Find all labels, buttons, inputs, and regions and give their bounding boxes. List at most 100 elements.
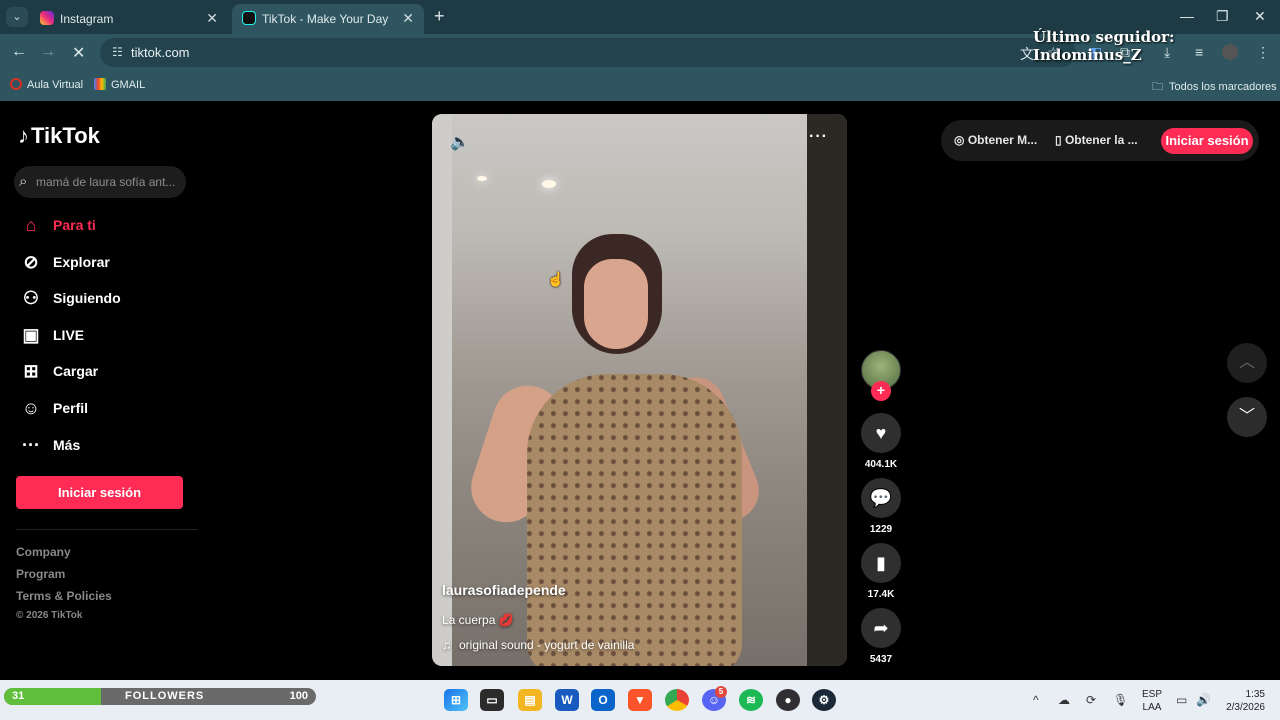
music-note-icon: ♫ [442, 638, 451, 652]
video-scene-light [477, 176, 487, 181]
translate-icon[interactable]: 文 [1020, 44, 1034, 64]
video-more-options-icon[interactable]: ··· [809, 128, 828, 146]
copyright: © 2026 TikTok [16, 610, 83, 621]
mouse-pointer-icon: ☝ [547, 271, 565, 287]
like-count: 404.1K [864, 459, 898, 470]
live-tv-icon: ▣ [22, 325, 40, 345]
tray-sync-icon[interactable]: ⟳ [1086, 693, 1096, 707]
nav-mas[interactable]: ··· Más [18, 429, 198, 461]
compass-icon: ⊘ [23, 252, 39, 272]
bookmark-aula-virtual[interactable]: Aula Virtual [10, 78, 83, 91]
address-bar[interactable]: ☷ tiktok.com [100, 38, 1076, 67]
sidebar-divider [16, 529, 198, 530]
followers-current: 31 [12, 690, 25, 702]
get-app-button[interactable]: ▯ Obtener la ... [1055, 133, 1138, 147]
close-tab-icon[interactable]: ✕ [402, 10, 414, 27]
windows-start-icon[interactable]: ⊞ [444, 689, 468, 711]
tiktok-page: ♪TikTok ⌕ ⌂ Para ti ⊘ Explorar ⚇ Siguien… [0, 101, 1280, 680]
volume-tray-icon[interactable]: 🔊 [1196, 693, 1211, 707]
close-tab-icon[interactable]: ✕ [206, 10, 218, 27]
top-right-actions: ◎ Obtener M... ▯ Obtener la ... Iniciar … [941, 120, 1259, 161]
comment-button[interactable]: 💬 [861, 478, 901, 518]
word-icon[interactable]: W [555, 689, 579, 711]
share-arrow-icon: ➦ [873, 618, 889, 638]
back-button[interactable]: ← [11, 43, 27, 61]
tray-cloud-icon[interactable]: ☁ [1058, 693, 1070, 707]
following-icon: ⚇ [22, 288, 40, 308]
tray-mic-icon[interactable]: 🎙 [1113, 693, 1128, 707]
video-person-face [584, 259, 648, 349]
search-icon[interactable]: ⌕ [19, 173, 27, 190]
followers-goal-bar: 31 FOLLOWERS 100 [4, 688, 316, 705]
like-button[interactable]: ♥ [861, 413, 901, 453]
video-player[interactable]: 🔈 ··· laurasofiadepende La cuerpa 💋 ♫ ori… [432, 114, 847, 666]
input-language[interactable]: ESP LAA [1142, 688, 1162, 714]
tiktok-logo[interactable]: ♪TikTok [18, 123, 100, 149]
search-input[interactable] [36, 166, 181, 198]
followers-label: FOLLOWERS [125, 690, 205, 702]
nav-cargar[interactable]: ⊞ Cargar [18, 355, 198, 387]
heart-icon: ♥ [875, 423, 887, 443]
nav-live[interactable]: ▣ LIVE [18, 319, 198, 351]
nav-explorar[interactable]: ⊘ Explorar [18, 246, 198, 278]
phone-icon: ▯ [1055, 133, 1065, 147]
nav-perfil[interactable]: ☺ Perfil [18, 392, 198, 424]
close-window-button[interactable]: ✕ [1254, 8, 1266, 25]
footer-link-program[interactable]: Program [16, 567, 65, 581]
brave-icon[interactable]: ▼ [628, 689, 652, 711]
forward-button[interactable]: → [40, 43, 56, 61]
home-icon: ⌂ [25, 215, 37, 235]
follow-plus-icon[interactable]: + [871, 381, 891, 401]
profile-icon: ☺ [21, 398, 41, 418]
outlook-icon[interactable]: O [591, 689, 615, 711]
new-tab-button[interactable]: + [434, 6, 445, 27]
video-author[interactable]: laurasofiadepende [442, 582, 566, 598]
all-bookmarks-folder[interactable]: 🗀 Todos los marcadores [1152, 78, 1277, 97]
task-view-icon[interactable]: ▭ [480, 689, 504, 711]
more-icon: ··· [22, 435, 40, 455]
restore-button[interactable]: ❐ [1216, 8, 1229, 25]
aula-virtual-icon [10, 78, 22, 90]
minimize-button[interactable]: — [1180, 8, 1194, 24]
site-info-icon[interactable]: ☷ [112, 45, 123, 59]
volume-icon[interactable]: 🔈 [450, 132, 470, 152]
coin-icon: ◎ [954, 133, 968, 147]
tab-search-button[interactable]: ⌄ [6, 7, 28, 27]
save-button[interactable]: ▮ [861, 543, 901, 583]
video-sound[interactable]: ♫ original sound - yogurt de vainilla [442, 638, 634, 652]
stream-overlay-last-follower: Último seguidor: Indominus_Z [1033, 28, 1175, 64]
footer-link-company[interactable]: Company [16, 545, 71, 559]
chevron-down-icon: ﹀ [1238, 408, 1255, 425]
login-button[interactable]: Iniciar sesión [16, 476, 183, 509]
tab-tiktok[interactable]: TikTok - Make Your Day ✕ [232, 4, 424, 34]
tiktok-icon [242, 11, 256, 25]
instagram-icon [40, 11, 54, 25]
video-caption: La cuerpa 💋 [442, 613, 514, 627]
tray-chevron-up-icon[interactable]: ^ [1033, 693, 1039, 707]
share-button[interactable]: ➦ [861, 608, 901, 648]
chrome-icon[interactable] [665, 689, 689, 711]
top-login-button[interactable]: Iniciar sesión [1161, 128, 1253, 154]
previous-video-button[interactable]: ︿ [1227, 343, 1267, 383]
obs-icon[interactable]: ● [776, 689, 800, 711]
get-coins-button[interactable]: ◎ Obtener M... [954, 133, 1037, 147]
gmail-icon [94, 78, 106, 90]
system-clock[interactable]: 1:35 2/3/2026 [1220, 688, 1265, 714]
network-icon[interactable]: ▭ [1176, 693, 1187, 707]
steam-icon[interactable]: ⚙ [812, 689, 836, 711]
bookmarks-bar: Aula Virtual GMAIL 🗀 Todos los marcadores [0, 71, 1280, 101]
search-box: ⌕ [14, 166, 186, 198]
stop-loading-button[interactable]: ✕ [72, 43, 85, 63]
video-person-body [527, 374, 742, 666]
comment-count: 1229 [869, 524, 893, 535]
tab-instagram[interactable]: Instagram ✕ [30, 4, 228, 34]
next-video-button[interactable]: ﹀ [1227, 397, 1267, 437]
followers-goal: 100 [289, 690, 308, 702]
footer-link-terms[interactable]: Terms & Policies [16, 589, 112, 603]
bookmark-gmail[interactable]: GMAIL [94, 78, 145, 91]
spotify-icon[interactable]: ≋ [739, 689, 763, 711]
url-text[interactable]: tiktok.com [131, 45, 190, 60]
file-explorer-icon[interactable]: ▤ [518, 689, 542, 711]
nav-para-ti[interactable]: ⌂ Para ti [18, 209, 198, 241]
nav-siguiendo[interactable]: ⚇ Siguiendo [18, 282, 198, 314]
